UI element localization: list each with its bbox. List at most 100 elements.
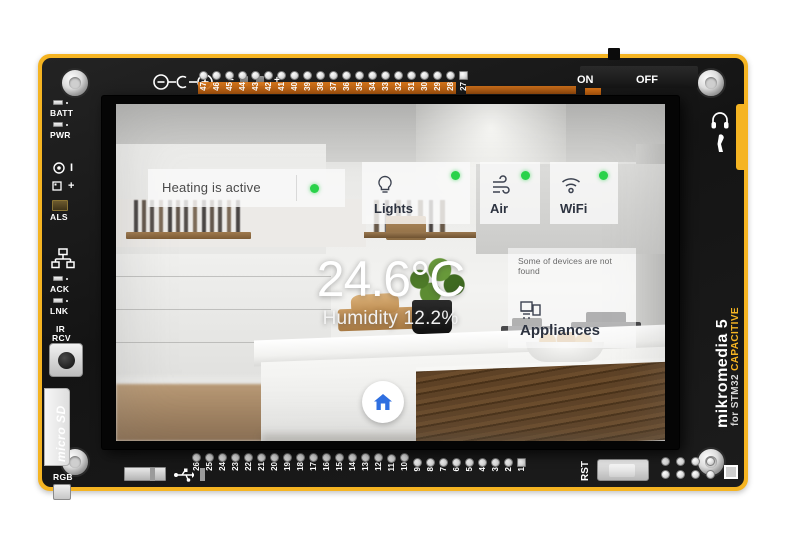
pin-pad[interactable] bbox=[296, 453, 305, 463]
header-pin[interactable]: 30 bbox=[418, 71, 431, 91]
header-pin[interactable]: 21 bbox=[255, 453, 268, 473]
header-pin[interactable]: 1 bbox=[515, 453, 528, 473]
pin-pad[interactable] bbox=[368, 71, 377, 80]
pin-pad[interactable] bbox=[342, 71, 351, 80]
header-pin[interactable]: 34 bbox=[366, 71, 379, 91]
appliances-card[interactable]: Some of devices are not found Appliances bbox=[508, 248, 636, 348]
pin-pad[interactable] bbox=[335, 453, 344, 463]
pin-pad[interactable] bbox=[439, 457, 448, 467]
header-pin[interactable]: 12 bbox=[372, 453, 385, 473]
top-pin-header[interactable]: 47 46 45 44 43 42 41 40 39 38 37 36 35 34 33 32 31 30 29 28… bbox=[197, 71, 470, 91]
pin-pad[interactable] bbox=[348, 453, 357, 463]
pin-pad[interactable] bbox=[374, 453, 383, 463]
heating-status-card[interactable]: Heating is active bbox=[148, 169, 345, 207]
header-pin[interactable]: 23 bbox=[229, 453, 242, 473]
pin-pad[interactable] bbox=[264, 71, 273, 80]
header-pin[interactable]: 27 bbox=[457, 71, 470, 91]
pin-pad[interactable] bbox=[361, 453, 370, 463]
pin-pad[interactable] bbox=[205, 453, 214, 463]
pin-pad[interactable] bbox=[192, 453, 201, 463]
pin-pad[interactable] bbox=[290, 71, 299, 80]
bottom-pin-header[interactable]: 26 25 24 23 22 21 20 19 18 17 16 15 14 13 12 11 10 9 8 7 6 5 4… bbox=[190, 453, 528, 473]
pin-pad[interactable] bbox=[407, 71, 416, 80]
header-pin[interactable]: 4 bbox=[476, 453, 489, 473]
pin-pad[interactable] bbox=[322, 453, 331, 463]
pin-pad[interactable] bbox=[517, 457, 526, 467]
pin-pad[interactable] bbox=[465, 457, 474, 467]
pin-pad[interactable] bbox=[478, 457, 487, 467]
header-pin[interactable]: 16 bbox=[320, 453, 333, 473]
header-pin[interactable]: 5 bbox=[463, 453, 476, 473]
header-pin[interactable]: 41 bbox=[275, 71, 288, 91]
pin-pad[interactable] bbox=[231, 453, 240, 463]
header-pin[interactable]: 18 bbox=[294, 453, 307, 473]
header-pin[interactable]: 8 bbox=[424, 453, 437, 473]
header-pin[interactable]: 35 bbox=[353, 71, 366, 91]
pin-pad[interactable] bbox=[355, 71, 364, 80]
header-pin[interactable]: 32 bbox=[392, 71, 405, 91]
pin-pad[interactable] bbox=[199, 71, 208, 80]
pin-pad[interactable] bbox=[270, 453, 279, 463]
header-pin[interactable]: 38 bbox=[314, 71, 327, 91]
pin-pad[interactable] bbox=[283, 453, 292, 463]
header-pin[interactable]: 11 bbox=[385, 453, 398, 473]
header-pin[interactable]: 15 bbox=[333, 453, 346, 473]
header-pin[interactable]: 20 bbox=[268, 453, 281, 473]
pin-pad[interactable] bbox=[491, 457, 500, 467]
pin-pad[interactable] bbox=[212, 71, 221, 80]
pin-pad[interactable] bbox=[238, 71, 247, 80]
usb-connector[interactable] bbox=[124, 467, 166, 481]
header-pin[interactable]: 24 bbox=[216, 453, 229, 473]
header-pin[interactable]: 31 bbox=[405, 71, 418, 91]
pin-pad[interactable] bbox=[316, 71, 325, 80]
header-pin[interactable]: 10 bbox=[398, 453, 411, 473]
header-pin[interactable]: 37 bbox=[327, 71, 340, 91]
header-pin[interactable]: 6 bbox=[450, 453, 463, 473]
pin-pad[interactable] bbox=[394, 71, 403, 80]
header-pin[interactable]: 44 bbox=[236, 71, 249, 91]
tile-lights[interactable]: Lights bbox=[362, 162, 470, 224]
header-pin[interactable]: 17 bbox=[307, 453, 320, 473]
pin-pad[interactable] bbox=[218, 453, 227, 463]
header-pin[interactable]: 40 bbox=[288, 71, 301, 91]
pin-pad[interactable] bbox=[329, 71, 338, 80]
header-pin[interactable]: 28 bbox=[444, 71, 457, 91]
header-pin[interactable]: 22 bbox=[242, 453, 255, 473]
pin-pad[interactable] bbox=[433, 71, 442, 80]
header-pin[interactable]: 9 bbox=[411, 453, 424, 473]
pin-pad[interactable] bbox=[426, 457, 435, 467]
pin-pad[interactable] bbox=[257, 453, 266, 463]
header-pin[interactable]: 47 bbox=[197, 71, 210, 91]
header-pin[interactable]: 43 bbox=[249, 71, 262, 91]
pin-pad[interactable] bbox=[251, 71, 260, 80]
pin-pad[interactable] bbox=[413, 457, 422, 467]
pin-pad[interactable] bbox=[381, 71, 390, 80]
tile-wifi[interactable]: WiFi bbox=[550, 162, 618, 224]
header-pin[interactable]: 14 bbox=[346, 453, 359, 473]
header-pin[interactable]: 19 bbox=[281, 453, 294, 473]
header-pin[interactable]: 46 bbox=[210, 71, 223, 91]
header-pin[interactable]: 2 bbox=[502, 453, 515, 473]
pin-pad[interactable] bbox=[452, 457, 461, 467]
pin-pad[interactable] bbox=[420, 71, 429, 80]
header-pin[interactable]: 45 bbox=[223, 71, 236, 91]
home-button[interactable] bbox=[362, 381, 404, 423]
pin-pad[interactable] bbox=[459, 71, 468, 80]
reset-button[interactable] bbox=[597, 459, 649, 481]
pin-pad[interactable] bbox=[387, 453, 396, 463]
header-pin[interactable]: 39 bbox=[301, 71, 314, 91]
pin-pad[interactable] bbox=[446, 71, 455, 80]
header-pin[interactable]: 29 bbox=[431, 71, 444, 91]
pin-pad[interactable] bbox=[504, 457, 513, 467]
pin-pad[interactable] bbox=[309, 453, 318, 463]
pin-pad[interactable] bbox=[244, 453, 253, 463]
pin-pad[interactable] bbox=[400, 453, 409, 463]
header-pin[interactable]: 7 bbox=[437, 453, 450, 473]
lcd-display[interactable]: Heating is active Lights Air WiFi 24.6°C… bbox=[116, 104, 665, 441]
header-pin[interactable]: 3 bbox=[489, 453, 502, 473]
header-pin[interactable]: 13 bbox=[359, 453, 372, 473]
pin-pad[interactable] bbox=[303, 71, 312, 80]
header-pin[interactable]: 33 bbox=[379, 71, 392, 91]
header-pin[interactable]: 36 bbox=[340, 71, 353, 91]
pin-pad[interactable] bbox=[225, 71, 234, 80]
